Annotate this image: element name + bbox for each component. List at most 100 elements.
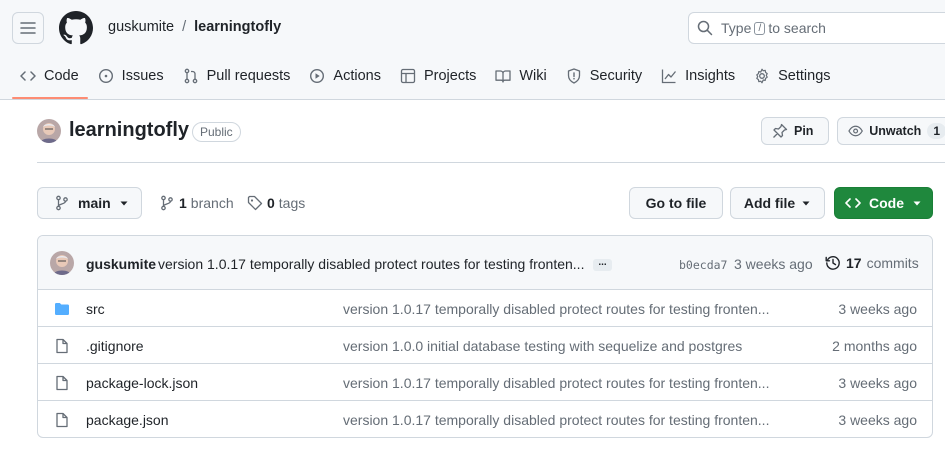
file-name-link[interactable]: package-lock.json: [86, 375, 198, 391]
repo-title-row: learningtofly Public Pin Unwatch 1: [37, 117, 945, 163]
tab-label: Code: [44, 68, 79, 84]
code-dropdown-button[interactable]: Code: [834, 187, 933, 219]
branch-word: branch: [190, 195, 234, 211]
tab-security[interactable]: Security: [558, 56, 653, 96]
add-file-label: Add file: [743, 195, 796, 211]
pin-icon: [773, 123, 788, 138]
file-row[interactable]: src version 1.0.17 temporally disabled p…: [38, 290, 932, 327]
tab-label: Actions: [333, 68, 381, 84]
commit-count: 17: [846, 255, 862, 271]
file-commit-age: 2 months ago: [832, 338, 917, 354]
tab-label: Insights: [685, 68, 736, 84]
repo-title[interactable]: learningtofly: [69, 119, 189, 142]
breadcrumb-owner-link[interactable]: guskumite: [108, 19, 174, 35]
file-name-link[interactable]: src: [86, 301, 105, 317]
code-button-label: Code: [869, 195, 904, 211]
tab-pull-requests[interactable]: Pull requests: [175, 56, 302, 96]
folder-icon: [55, 303, 69, 315]
branches-link[interactable]: 1 branch: [159, 195, 234, 211]
commit-author-link[interactable]: guskumite: [86, 256, 156, 272]
tab-code[interactable]: Code: [0, 56, 90, 99]
tab-actions[interactable]: Actions: [301, 56, 392, 96]
caret-down-icon: [802, 201, 810, 206]
file-browser: guskumite version 1.0.17 temporally disa…: [37, 235, 933, 438]
book-icon: [495, 70, 512, 83]
search-shortcut-key: /: [754, 21, 766, 35]
owner-avatar[interactable]: [37, 119, 61, 143]
file-commit-message-link[interactable]: version 1.0.0 initial database testing w…: [343, 338, 742, 354]
tag-word: tags: [278, 195, 306, 211]
hamburger-icon: [20, 22, 36, 34]
commit-word: commits: [866, 255, 919, 271]
file-name-link[interactable]: .gitignore: [86, 338, 144, 354]
visibility-badge: Public: [192, 122, 241, 142]
add-file-button[interactable]: Add file: [730, 187, 825, 219]
search-icon: [697, 20, 713, 36]
file-commit-message-link[interactable]: version 1.0.17 temporally disabled prote…: [343, 375, 769, 391]
commit-author-avatar[interactable]: [50, 251, 74, 275]
eye-icon: [848, 125, 863, 137]
pull-request-icon: [184, 68, 197, 84]
history-icon: [825, 256, 840, 270]
issue-icon: [98, 68, 113, 84]
file-commit-age: 3 weeks ago: [838, 412, 917, 428]
menu-button[interactable]: [12, 12, 44, 44]
code-icon: [20, 71, 36, 81]
tab-wiki[interactable]: Wiki: [487, 56, 557, 96]
unwatch-label: Unwatch: [869, 124, 922, 138]
breadcrumb-repo-link[interactable]: learningtofly: [194, 19, 281, 35]
tab-label: Projects: [423, 68, 477, 84]
github-logo-icon[interactable]: [59, 11, 93, 45]
tab-issues[interactable]: Issues: [90, 56, 175, 96]
table-icon: [400, 68, 416, 84]
tag-count: 0: [267, 195, 275, 211]
branch-name: main: [78, 195, 111, 211]
caret-down-icon: [120, 201, 128, 206]
tab-projects[interactable]: Projects: [392, 56, 487, 96]
commit-age: 3 weeks ago: [734, 256, 813, 272]
file-commit-message-link[interactable]: version 1.0.17 temporally disabled prote…: [343, 301, 769, 317]
shield-icon: [567, 68, 580, 84]
commits-history-link[interactable]: 17 commits: [825, 255, 919, 271]
file-row[interactable]: package.json version 1.0.17 temporally d…: [38, 401, 932, 437]
git-branch-icon: [56, 195, 68, 211]
tab-label: Settings: [778, 68, 831, 84]
commit-message-link[interactable]: version 1.0.17 temporally disabled prote…: [158, 256, 584, 272]
file-commit-age: 3 weeks ago: [838, 301, 917, 317]
git-branch-icon: [161, 195, 173, 211]
play-icon: [310, 68, 325, 84]
file-icon: [56, 338, 68, 354]
expand-commit-button[interactable]: ...: [593, 258, 612, 271]
tab-insights[interactable]: Insights: [653, 56, 746, 96]
caret-down-icon: [913, 201, 921, 206]
code-icon: [845, 198, 861, 208]
tags-link[interactable]: 0 tags: [247, 195, 305, 211]
tab-label: Wiki: [519, 68, 547, 84]
branch-count: 1: [179, 195, 187, 211]
commit-sha-link[interactable]: b0ecda7: [679, 258, 727, 272]
file-commit-age: 3 weeks ago: [838, 375, 917, 391]
breadcrumb: guskumite / learningtofly: [108, 19, 281, 35]
file-icon: [56, 375, 68, 391]
file-name-link[interactable]: package.json: [86, 412, 169, 428]
branch-select-button[interactable]: main: [37, 187, 142, 219]
go-to-file-button[interactable]: Go to file: [629, 187, 723, 219]
pin-button[interactable]: Pin: [761, 117, 829, 145]
file-row[interactable]: .gitignore version 1.0.0 initial databas…: [38, 327, 932, 364]
breadcrumb-separator: /: [182, 19, 187, 35]
tab-settings[interactable]: Settings: [746, 56, 841, 96]
search-input[interactable]: Type / to search: [688, 12, 945, 44]
unwatch-button[interactable]: Unwatch 1: [837, 117, 945, 145]
tab-label: Security: [589, 68, 643, 84]
file-row[interactable]: package-lock.json version 1.0.17 tempora…: [38, 364, 932, 401]
gear-icon: [756, 68, 768, 84]
file-commit-message-link[interactable]: version 1.0.17 temporally disabled prote…: [343, 412, 769, 428]
tag-icon: [247, 195, 263, 211]
tab-label: Issues: [121, 68, 164, 84]
repo-nav-tabs: Code Issues Pull requests Actions Projec…: [0, 56, 842, 100]
tab-label: Pull requests: [206, 68, 291, 84]
search-placeholder-suffix: to search: [768, 20, 826, 36]
pin-label: Pin: [794, 124, 814, 138]
latest-commit-bar: guskumite version 1.0.17 temporally disa…: [38, 236, 932, 290]
graph-icon: [662, 69, 677, 84]
